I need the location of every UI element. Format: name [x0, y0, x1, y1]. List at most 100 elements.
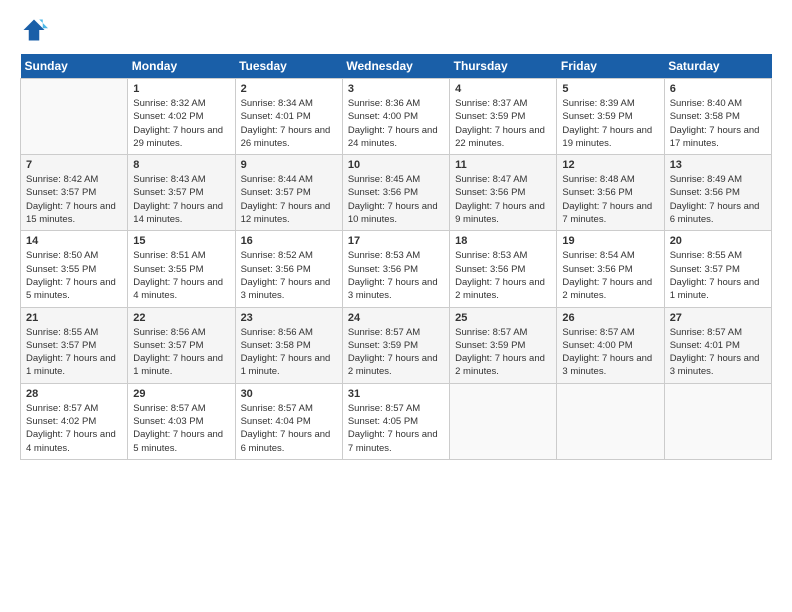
day-info: Sunrise: 8:34 AMSunset: 4:01 PMDaylight:… [241, 97, 337, 150]
day-info: Sunrise: 8:57 AMSunset: 3:59 PMDaylight:… [455, 326, 551, 379]
calendar-cell: 14 Sunrise: 8:50 AMSunset: 3:55 PMDayligh… [21, 231, 128, 307]
weekday-header: Monday [128, 54, 235, 79]
calendar-cell: 21 Sunrise: 8:55 AMSunset: 3:57 PMDayligh… [21, 307, 128, 383]
calendar-cell: 1 Sunrise: 8:32 AMSunset: 4:02 PMDaylight… [128, 79, 235, 155]
calendar-cell: 17 Sunrise: 8:53 AMSunset: 3:56 PMDayligh… [342, 231, 449, 307]
calendar-cell: 26 Sunrise: 8:57 AMSunset: 4:00 PMDayligh… [557, 307, 664, 383]
day-number: 26 [562, 312, 658, 324]
calendar-cell [450, 383, 557, 459]
day-number: 23 [241, 312, 337, 324]
header [20, 16, 772, 44]
calendar-cell [557, 383, 664, 459]
calendar-cell: 20 Sunrise: 8:55 AMSunset: 3:57 PMDayligh… [664, 231, 771, 307]
weekday-header: Saturday [664, 54, 771, 79]
day-info: Sunrise: 8:49 AMSunset: 3:56 PMDaylight:… [670, 173, 766, 226]
day-info: Sunrise: 8:40 AMSunset: 3:58 PMDaylight:… [670, 97, 766, 150]
calendar-cell: 18 Sunrise: 8:53 AMSunset: 3:56 PMDayligh… [450, 231, 557, 307]
day-number: 4 [455, 83, 551, 95]
calendar-cell: 2 Sunrise: 8:34 AMSunset: 4:01 PMDaylight… [235, 79, 342, 155]
calendar-cell: 11 Sunrise: 8:47 AMSunset: 3:56 PMDayligh… [450, 155, 557, 231]
day-info: Sunrise: 8:48 AMSunset: 3:56 PMDaylight:… [562, 173, 658, 226]
calendar-cell [664, 383, 771, 459]
day-number: 21 [26, 312, 122, 324]
calendar-cell: 19Sunrise: 8:54 AMSunset: 3:56 PMDayligh… [557, 231, 664, 307]
calendar-cell: 4 Sunrise: 8:37 AMSunset: 3:59 PMDaylight… [450, 79, 557, 155]
calendar-cell: 8Sunrise: 8:43 AMSunset: 3:57 PMDaylight… [128, 155, 235, 231]
day-info: Sunrise: 8:51 AMSunset: 3:55 PMDaylight:… [133, 249, 229, 302]
day-info: Sunrise: 8:45 AMSunset: 3:56 PMDaylight:… [348, 173, 444, 226]
day-info: Sunrise: 8:57 AMSunset: 4:04 PMDaylight:… [241, 402, 337, 455]
day-number: 27 [670, 312, 766, 324]
calendar-cell: 5Sunrise: 8:39 AMSunset: 3:59 PMDaylight… [557, 79, 664, 155]
calendar-cell: 23 Sunrise: 8:56 AMSunset: 3:58 PMDayligh… [235, 307, 342, 383]
calendar-cell: 15 Sunrise: 8:51 AMSunset: 3:55 PMDayligh… [128, 231, 235, 307]
day-info: Sunrise: 8:53 AMSunset: 3:56 PMDaylight:… [455, 249, 551, 302]
day-number: 19 [562, 235, 658, 247]
page: SundayMondayTuesdayWednesdayThursdayFrid… [0, 0, 792, 612]
day-info: Sunrise: 8:44 AMSunset: 3:57 PMDaylight:… [241, 173, 337, 226]
calendar-cell: 27 Sunrise: 8:57 AMSunset: 4:01 PMDayligh… [664, 307, 771, 383]
day-number: 17 [348, 235, 444, 247]
day-number: 7 [26, 159, 122, 171]
day-number: 20 [670, 235, 766, 247]
calendar-cell: 3 Sunrise: 8:36 AMSunset: 4:00 PMDaylight… [342, 79, 449, 155]
calendar-cell: 6 Sunrise: 8:40 AMSunset: 3:58 PMDaylight… [664, 79, 771, 155]
day-number: 5 [562, 83, 658, 95]
day-info: Sunrise: 8:32 AMSunset: 4:02 PMDaylight:… [133, 97, 229, 150]
day-number: 18 [455, 235, 551, 247]
calendar-cell: 9Sunrise: 8:44 AMSunset: 3:57 PMDaylight… [235, 155, 342, 231]
day-info: Sunrise: 8:42 AMSunset: 3:57 PMDaylight:… [26, 173, 122, 226]
day-info: Sunrise: 8:36 AMSunset: 4:00 PMDaylight:… [348, 97, 444, 150]
day-number: 13 [670, 159, 766, 171]
calendar-week-row: 7 Sunrise: 8:42 AMSunset: 3:57 PMDaylight… [21, 155, 772, 231]
calendar-cell: 22 Sunrise: 8:56 AMSunset: 3:57 PMDayligh… [128, 307, 235, 383]
calendar-cell: 7 Sunrise: 8:42 AMSunset: 3:57 PMDaylight… [21, 155, 128, 231]
calendar-cell: 12Sunrise: 8:48 AMSunset: 3:56 PMDayligh… [557, 155, 664, 231]
day-info: Sunrise: 8:57 AMSunset: 4:01 PMDaylight:… [670, 326, 766, 379]
calendar-week-row: 28Sunrise: 8:57 AMSunset: 4:02 PMDayligh… [21, 383, 772, 459]
day-info: Sunrise: 8:52 AMSunset: 3:56 PMDaylight:… [241, 249, 337, 302]
day-number: 6 [670, 83, 766, 95]
day-number: 24 [348, 312, 444, 324]
day-number: 28 [26, 388, 122, 400]
day-number: 14 [26, 235, 122, 247]
calendar-cell: 31Sunrise: 8:57 AMSunset: 4:05 PMDayligh… [342, 383, 449, 459]
day-number: 30 [241, 388, 337, 400]
day-info: Sunrise: 8:55 AMSunset: 3:57 PMDaylight:… [670, 249, 766, 302]
day-info: Sunrise: 8:53 AMSunset: 3:56 PMDaylight:… [348, 249, 444, 302]
weekday-header: Tuesday [235, 54, 342, 79]
day-number: 1 [133, 83, 229, 95]
day-info: Sunrise: 8:55 AMSunset: 3:57 PMDaylight:… [26, 326, 122, 379]
day-info: Sunrise: 8:57 AMSunset: 4:00 PMDaylight:… [562, 326, 658, 379]
day-number: 16 [241, 235, 337, 247]
weekday-header: Thursday [450, 54, 557, 79]
day-info: Sunrise: 8:56 AMSunset: 3:58 PMDaylight:… [241, 326, 337, 379]
calendar-cell: 24 Sunrise: 8:57 AMSunset: 3:59 PMDayligh… [342, 307, 449, 383]
calendar-week-row: 1 Sunrise: 8:32 AMSunset: 4:02 PMDaylight… [21, 79, 772, 155]
weekday-header: Sunday [21, 54, 128, 79]
day-number: 11 [455, 159, 551, 171]
calendar-cell: 10Sunrise: 8:45 AMSunset: 3:56 PMDayligh… [342, 155, 449, 231]
day-info: Sunrise: 8:50 AMSunset: 3:55 PMDaylight:… [26, 249, 122, 302]
calendar-cell: 28Sunrise: 8:57 AMSunset: 4:02 PMDayligh… [21, 383, 128, 459]
day-info: Sunrise: 8:57 AMSunset: 3:59 PMDaylight:… [348, 326, 444, 379]
day-number: 22 [133, 312, 229, 324]
day-info: Sunrise: 8:57 AMSunset: 4:03 PMDaylight:… [133, 402, 229, 455]
day-info: Sunrise: 8:47 AMSunset: 3:56 PMDaylight:… [455, 173, 551, 226]
weekday-header-row: SundayMondayTuesdayWednesdayThursdayFrid… [21, 54, 772, 79]
day-number: 2 [241, 83, 337, 95]
calendar-week-row: 21 Sunrise: 8:55 AMSunset: 3:57 PMDayligh… [21, 307, 772, 383]
calendar-week-row: 14 Sunrise: 8:50 AMSunset: 3:55 PMDayligh… [21, 231, 772, 307]
weekday-header: Friday [557, 54, 664, 79]
day-number: 15 [133, 235, 229, 247]
day-number: 3 [348, 83, 444, 95]
day-info: Sunrise: 8:37 AMSunset: 3:59 PMDaylight:… [455, 97, 551, 150]
day-number: 29 [133, 388, 229, 400]
day-number: 25 [455, 312, 551, 324]
calendar-cell: 29 Sunrise: 8:57 AMSunset: 4:03 PMDayligh… [128, 383, 235, 459]
calendar-table: SundayMondayTuesdayWednesdayThursdayFrid… [20, 54, 772, 460]
calendar-cell: 16 Sunrise: 8:52 AMSunset: 3:56 PMDayligh… [235, 231, 342, 307]
day-info: Sunrise: 8:56 AMSunset: 3:57 PMDaylight:… [133, 326, 229, 379]
day-info: Sunrise: 8:43 AMSunset: 3:57 PMDaylight:… [133, 173, 229, 226]
weekday-header: Wednesday [342, 54, 449, 79]
